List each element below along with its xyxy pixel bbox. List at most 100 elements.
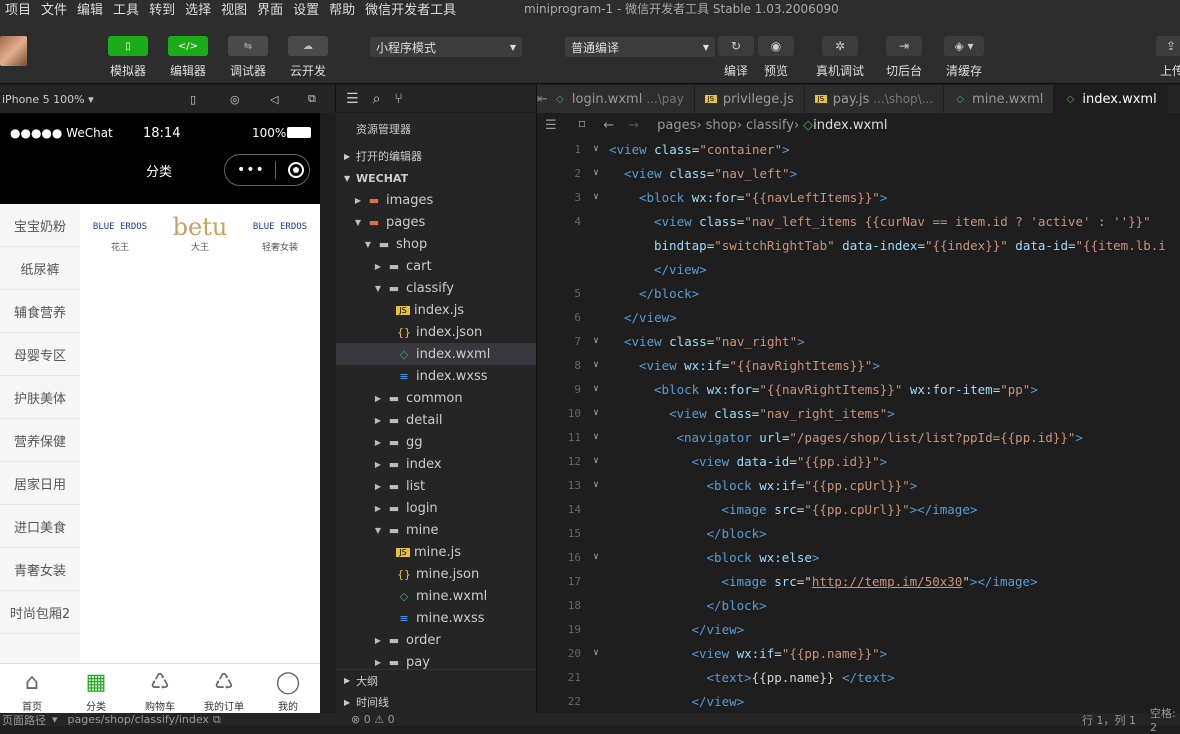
code-line[interactable]: 3 ∨ <block wx:for="{{navLeftItems}}"> xyxy=(537,185,1180,209)
preview-button[interactable]: ◉ xyxy=(758,36,794,56)
menu-item[interactable]: 选择 xyxy=(180,0,216,18)
fold-icon[interactable]: ∨ xyxy=(585,552,607,562)
background-button[interactable]: ⇥ xyxy=(886,36,922,56)
debugger-button[interactable]: ⇋ xyxy=(228,36,268,56)
record-icon[interactable]: ◎ xyxy=(230,93,240,106)
tree-item[interactable]: ▼ ▬ mine xyxy=(336,519,536,541)
code-line[interactable]: 12 ∨ <view data-id="{{pp.id}}"> xyxy=(537,449,1180,473)
tree-item[interactable]: ◇ index.wxml xyxy=(336,343,536,365)
menu-item[interactable]: 帮助 xyxy=(324,0,360,18)
category-item[interactable]: 母婴专区 xyxy=(0,333,80,376)
code-line[interactable]: 22 </view> xyxy=(537,689,1180,713)
editor-tab[interactable]: ◇ index.wxml xyxy=(1054,85,1168,113)
tree-item[interactable]: ▼ ▬ shop xyxy=(336,233,536,255)
tree-item[interactable]: ▶ ▬ order xyxy=(336,629,536,651)
tree-item[interactable]: ▶ ▬ detail xyxy=(336,409,536,431)
breadcrumb-item[interactable]: shop xyxy=(706,118,737,133)
menu-item[interactable]: 项目 xyxy=(0,0,36,18)
tree-item[interactable]: ▶ ▬ gg xyxy=(336,431,536,453)
brand-item[interactable]: BLUE ERDOS 花王 xyxy=(90,204,150,274)
open-editors-section[interactable]: ▶ 打开的编辑器 xyxy=(336,145,536,167)
code-line[interactable]: 10 ∨ <view class="nav_right_items"> xyxy=(537,401,1180,425)
forward-arrow-icon[interactable]: → xyxy=(628,118,639,133)
menu-item[interactable]: 转到 xyxy=(144,0,180,18)
problems-count[interactable]: ⊗ 0 ⚠ 0 xyxy=(351,713,395,726)
popout-icon[interactable]: ⧉ xyxy=(308,92,316,106)
volume-icon[interactable]: ◁ xyxy=(270,93,278,106)
breadcrumb-item[interactable]: index.wxml xyxy=(813,118,887,133)
code-line[interactable]: 19 </view> xyxy=(537,617,1180,641)
category-item[interactable]: 居家日用 xyxy=(0,462,80,505)
fold-icon[interactable]: ∨ xyxy=(585,432,607,442)
code-line[interactable]: 18 </block> xyxy=(537,593,1180,617)
compile-button[interactable]: ↻ xyxy=(718,36,754,56)
code-line[interactable]: 7 ∨ <view class="nav_right"> xyxy=(537,329,1180,353)
fold-icon[interactable]: ∨ xyxy=(585,336,607,346)
tree-item[interactable]: ◇ mine.wxml xyxy=(336,585,536,607)
real-debug-button[interactable]: ✲ xyxy=(822,36,858,56)
menu-item[interactable]: 设置 xyxy=(288,0,324,18)
tree-item[interactable]: JS mine.js xyxy=(336,541,536,563)
bookmark-icon[interactable]: ⌑ xyxy=(579,118,586,133)
menu-item[interactable]: 工具 xyxy=(108,0,144,18)
fold-icon[interactable]: ∨ xyxy=(585,192,607,202)
code-line[interactable]: 20 ∨ <view wx:if="{{pp.name}}"> xyxy=(537,641,1180,665)
category-item[interactable]: 营养保健 xyxy=(0,419,80,462)
fold-icon[interactable]: ∨ xyxy=(585,144,607,154)
menu-item[interactable]: 编辑 xyxy=(72,0,108,18)
category-item[interactable]: 宝宝奶粉 xyxy=(0,204,80,247)
capsule-menu[interactable]: ••• xyxy=(224,154,310,186)
phone-icon[interactable]: ▯ xyxy=(190,93,196,106)
code-line[interactable]: 11 ∨ <navigator url="/pages/shop/list/list… xyxy=(537,425,1180,449)
tab-user[interactable]: ◯ 我的 xyxy=(256,664,320,713)
code-line[interactable]: 4 <view class="nav_left_items {{curNav ==… xyxy=(537,209,1180,233)
editor-tab[interactable]: JS pay.js ...\shop\... xyxy=(804,85,945,113)
tab-category[interactable]: ▦ 分类 xyxy=(64,664,128,713)
upload-button[interactable]: ⇪ xyxy=(1156,36,1180,56)
code-line[interactable]: 17 <image src="http://temp.im/50x30"></im… xyxy=(537,569,1180,593)
tree-item[interactable]: ▼ ▬ pages xyxy=(336,211,536,233)
fold-icon[interactable]: ∨ xyxy=(585,648,607,658)
git-branch-icon[interactable]: ⑂ xyxy=(394,91,402,107)
fold-icon[interactable]: ∨ xyxy=(585,480,607,490)
code-area[interactable]: 1 ∨ <view class="container"> 2 ∨ <view class=… xyxy=(537,137,1180,726)
tree-item[interactable]: ▶ ▬ index xyxy=(336,453,536,475)
tree-item[interactable]: ≡ mine.wxss xyxy=(336,607,536,629)
cursor-position[interactable]: 行 1，列 1 xyxy=(1082,712,1136,728)
tree-item[interactable]: ▼ ▬ classify xyxy=(336,277,536,299)
tree-item[interactable]: {} index.json xyxy=(336,321,536,343)
list-icon[interactable]: ☰ xyxy=(346,91,359,107)
tree-item[interactable]: {} mine.json xyxy=(336,563,536,585)
category-item[interactable]: 时尚包厢2 xyxy=(0,591,80,634)
fold-icon[interactable]: ∨ xyxy=(585,384,607,394)
code-line[interactable]: 13 ∨ <block wx:if="{{pp.cpUrl}}"> xyxy=(537,473,1180,497)
editor-tab[interactable]: JS privilege.js xyxy=(694,85,805,113)
page-path[interactable]: pages/shop/classify/index xyxy=(68,713,209,726)
mode-select[interactable]: 小程序模式 ▼ xyxy=(370,37,522,57)
tree-item[interactable]: ≡ index.wxss xyxy=(336,365,536,387)
list-icon[interactable]: ☰ xyxy=(545,118,557,133)
device-select[interactable]: iPhone 5 100% ▾ xyxy=(2,93,94,106)
search-icon[interactable]: ⌕ xyxy=(373,91,381,107)
code-line[interactable]: 9 ∨ <block wx:for="{{navRightItems}}" wx:f… xyxy=(537,377,1180,401)
tree-item[interactable]: ▶ ▬ list xyxy=(336,475,536,497)
tree-item[interactable]: ▶ ▬ common xyxy=(336,387,536,409)
back-arrow-icon[interactable]: ← xyxy=(603,118,614,133)
indent-setting[interactable]: 空格: 2 xyxy=(1150,705,1180,734)
chevron-down-icon[interactable]: ▾ xyxy=(52,713,58,726)
code-line[interactable]: 5 </block> xyxy=(537,281,1180,305)
code-line[interactable]: bindtap="switchRightTab" data-index="{{i… xyxy=(537,233,1180,257)
tab-cart[interactable]: ♺ 购物车 xyxy=(128,664,192,713)
editor-tab[interactable]: ◇ mine.wxml xyxy=(944,85,1055,113)
fold-icon[interactable]: ∨ xyxy=(585,360,607,370)
editor-button[interactable]: </> xyxy=(168,36,208,56)
more-icon[interactable]: ••• xyxy=(237,162,265,178)
menu-item[interactable]: 文件 xyxy=(36,0,72,18)
tree-item[interactable]: ▶ ▬ images xyxy=(336,189,536,211)
simulator-button[interactable]: ▯ xyxy=(108,36,148,56)
code-line[interactable]: 21 <text>{{pp.name}} </text> xyxy=(537,665,1180,689)
tree-item[interactable]: JS index.js xyxy=(336,299,536,321)
menu-item[interactable]: 视图 xyxy=(216,0,252,18)
fold-icon[interactable]: ∨ xyxy=(585,456,607,466)
outline-section[interactable]: ▶ 大纲 xyxy=(336,669,536,691)
